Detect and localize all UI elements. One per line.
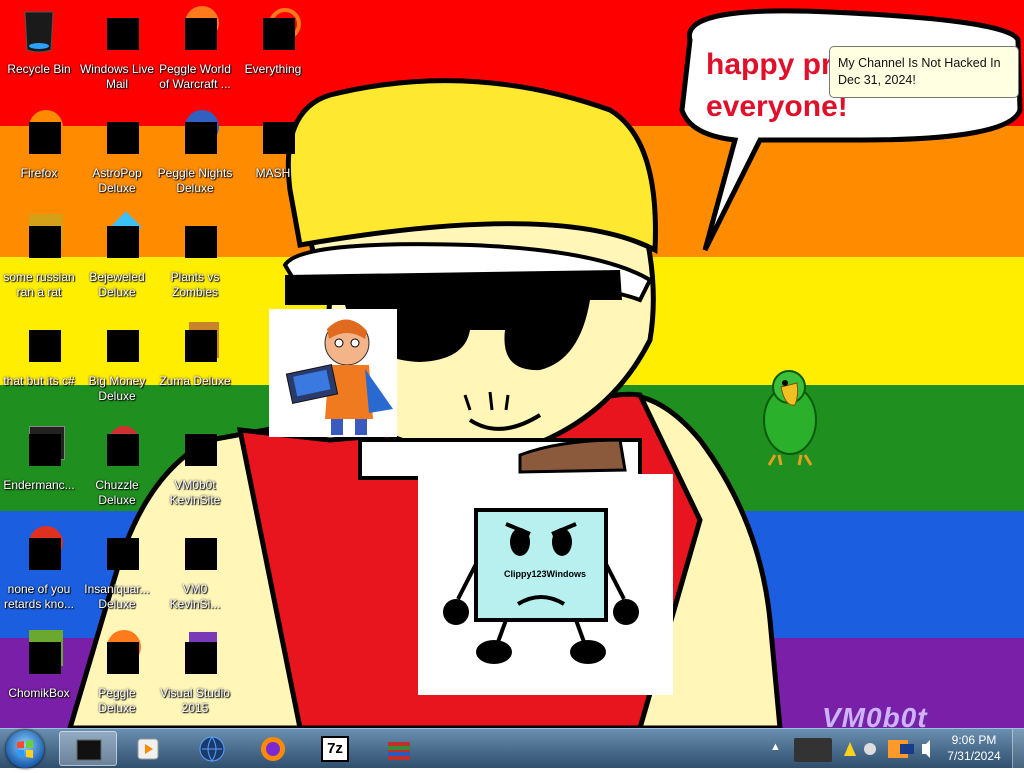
taskbar-button-7zip[interactable]: 7z [306,731,364,766]
desktop-icon-everything[interactable]: Everything [234,6,312,77]
desktop-icon-recycle-bin[interactable]: Recycle Bin [0,6,78,77]
mail-icon [93,6,141,54]
network-icon[interactable] [900,744,914,754]
show-desktop-button[interactable] [1012,729,1024,769]
speech-bubble-text: happy pri everyone! [706,48,848,123]
watermark-text: VM0b0t [822,702,928,728]
start-button[interactable] [6,730,44,768]
firefox-icon [261,737,285,761]
tray-alert-icon[interactable] [844,742,856,756]
document-icon [171,526,219,574]
desktop-icon-chomikbox[interactable]: ChomikBox [0,630,78,701]
computer-icon [76,739,102,761]
app-icon [171,422,219,470]
taskbar-button-firefox[interactable] [244,731,302,766]
peggle-icon [93,630,141,678]
game-icon [93,422,141,470]
clock-time: 9:06 PM [951,733,997,747]
desktop-icon-vm0b0t-kevinsite[interactable]: VM0b0t KevinSite [156,422,234,508]
search-icon [249,6,301,54]
plant-icon [171,214,219,262]
game-icon [171,318,219,366]
fish-icon [93,526,141,574]
desktop-icon-zuma[interactable]: Zuma Deluxe [156,318,234,389]
desktop-icon-mash[interactable]: MASH [234,110,312,181]
desktop-icon-peggle-deluxe[interactable]: Peggle Deluxe [78,630,156,716]
desktop-icon-astropop[interactable]: AstroPop Deluxe [78,110,156,196]
globe-icon [199,736,225,762]
game-icon [93,110,141,158]
firefox-icon [15,110,63,158]
taskbar-button-winrar[interactable] [370,731,428,766]
sticker-clippy-character: Clippy123Windows [418,474,673,695]
desktop-icon-peggle-nights[interactable]: Peggle Nights Deluxe [156,110,234,196]
peggle-icon [171,6,219,54]
recycle-bin-icon [15,6,63,54]
tray-app-icon[interactable] [794,738,832,762]
desktop-icon-bejeweled[interactable]: Bejeweled Deluxe [78,211,156,300]
tray-bird-icon[interactable] [864,743,876,755]
archive-icon [388,742,410,760]
money-bag-icon [93,318,141,366]
taskbar-button-globe[interactable] [183,731,241,766]
peggle-icon [171,110,219,158]
taskbar-button-media-player[interactable] [119,731,177,766]
desktop-icon-vm0-kevinsite[interactable]: VM0 KevinSi... [156,526,234,612]
clippy-label: Clippy123Windows [504,569,586,579]
hamster-icon [15,630,63,678]
desktop-icon-big-money[interactable]: Big Money Deluxe [78,318,156,404]
taskbar: 7z ▲ 9:06 PM 7/31/2024 [0,728,1024,769]
terminal-icon [15,422,65,470]
media-player-icon [137,738,159,760]
taskbar-button-computer[interactable] [59,731,117,766]
desktop-icon-firefox[interactable]: Firefox [0,110,78,181]
clock[interactable]: 9:06 PM 7/31/2024 [940,732,1008,764]
shortcut-icon [15,318,63,366]
chrome-icon [15,526,63,574]
desktop-icon-endermanc[interactable]: Endermanc... [0,422,78,493]
desktop-icon-that-but-its-csharp[interactable]: that but its c# [0,318,78,389]
volume-icon[interactable] [922,740,930,758]
desktop-icon-windows-live-mail[interactable]: Windows Live Mail [78,6,156,92]
desktop-icon-none-of-you[interactable]: none of you retards kno... [0,526,78,612]
desktop-icon-visual-studio[interactable]: Visual Studio 2015 [156,630,234,716]
seven-zip-icon: 7z [321,736,349,762]
desktop-icon-insaniquarium[interactable]: Insaniquar... Deluxe [78,526,156,612]
visual-studio-icon [171,630,219,678]
app-icon [249,110,297,158]
desktop-icon-peggle-wow[interactable]: Peggle World of Warcraft ... [156,6,234,92]
desktop-icon-plants-vs-zombies[interactable]: Plants vs Zombies [156,214,234,300]
windows-orb-icon [17,740,33,758]
tooltip: My Channel Is Not Hacked In Dec 31, 2024… [829,46,1019,98]
desktop-icon-chuzzle[interactable]: Chuzzle Deluxe [78,422,156,508]
system-tray [790,732,940,766]
desktop[interactable]: happy pri everyone! My Channel Is Not Ha… [0,0,1024,728]
desktop-icon-some-russian[interactable]: some russian ran a rat [0,214,78,300]
gem-icon [93,211,142,262]
parrot-sticker [763,370,817,466]
clock-date: 7/31/2024 [947,749,1001,763]
sticker-super-why-laptop [269,309,397,437]
app-icon [15,214,63,262]
show-hidden-icons-button[interactable]: ▲ [770,741,781,753]
